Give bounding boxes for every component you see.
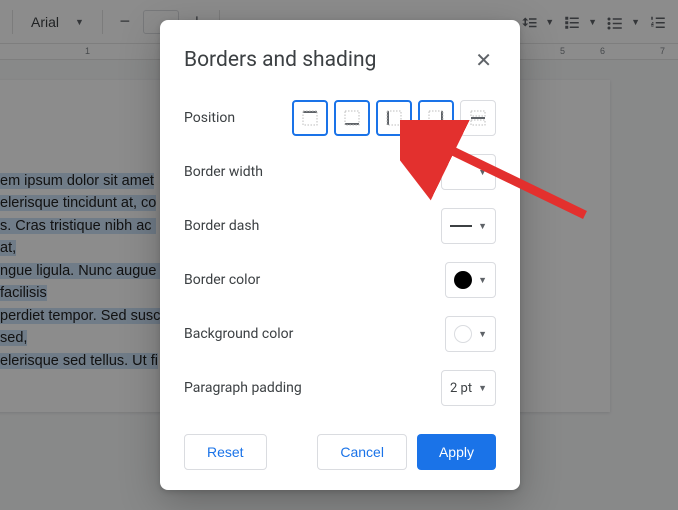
background-color-select[interactable]: ▼ [445,316,496,352]
chevron-down-icon: ▼ [478,167,487,178]
border-width-select[interactable]: ▼ [441,154,496,190]
border-bottom-button[interactable] [334,100,370,136]
border-right-button[interactable] [418,100,454,136]
border-dash-label: Border dash [184,218,259,234]
cancel-button[interactable]: Cancel [317,434,407,470]
paragraph-padding-select[interactable]: 2 pt ▼ [441,370,496,406]
border-color-select[interactable]: ▼ [445,262,496,298]
border-left-button[interactable] [376,100,412,136]
color-swatch-icon [454,271,472,289]
dialog-title: Borders and shading [184,48,376,72]
position-group [292,100,496,136]
chevron-down-icon: ▼ [478,329,487,340]
reset-button[interactable]: Reset [184,434,267,470]
paragraph-padding-label: Paragraph padding [184,380,302,396]
position-label: Position [184,110,235,126]
background-color-label: Background color [184,326,293,342]
border-width-label: Border width [184,164,263,180]
border-top-button[interactable] [292,100,328,136]
border-dash-select[interactable]: ▼ [441,208,496,244]
chevron-down-icon: ▼ [478,275,487,286]
chevron-down-icon: ▼ [478,221,487,232]
solid-line-icon [450,225,472,227]
border-between-button[interactable] [460,100,496,136]
close-icon[interactable]: ✕ [471,44,496,76]
borders-and-shading-dialog: Borders and shading ✕ Position Border wi… [160,20,520,490]
apply-button[interactable]: Apply [417,434,496,470]
border-color-label: Border color [184,272,260,288]
chevron-down-icon: ▼ [478,383,487,394]
color-swatch-icon [454,325,472,343]
paragraph-padding-value: 2 pt [450,381,472,396]
